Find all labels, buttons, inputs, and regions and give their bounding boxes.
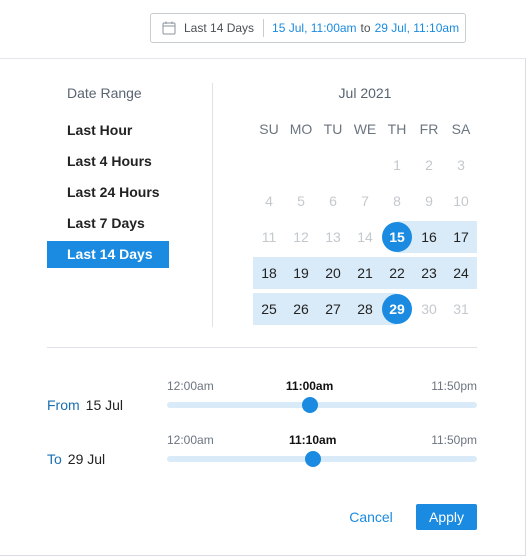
date-range-trigger[interactable]: Last 14 Days 15 Jul, 11:00am to 29 Jul, … <box>150 13 466 43</box>
calendar-day[interactable]: 23 <box>413 257 445 289</box>
calendar-day[interactable]: 9 <box>413 185 445 217</box>
from-time-slider[interactable]: 12:00am 11:00am 11:50pm <box>167 379 477 425</box>
trigger-range-to-word: to <box>360 21 371 35</box>
calendar-day[interactable]: 20 <box>317 257 349 289</box>
to-slider-max: 11:50pm <box>431 433 477 447</box>
from-slider-min: 12:00am <box>167 379 214 393</box>
weekday-label: TH <box>387 121 407 137</box>
to-date: 29 Jul <box>67 451 106 467</box>
calendar-day[interactable]: 7 <box>349 185 381 217</box>
calendar-day[interactable]: 5 <box>285 185 317 217</box>
calendar-day[interactable]: 10 <box>445 185 477 217</box>
preset-item[interactable]: Last Hour <box>47 117 169 144</box>
calendar-month-title: Jul 2021 <box>338 85 392 101</box>
from-label: From <box>47 397 80 413</box>
from-slider-thumb[interactable] <box>301 397 318 413</box>
to-slider-track[interactable] <box>167 456 477 462</box>
calendar-day[interactable]: 21 <box>349 257 381 289</box>
calendar-day[interactable]: 22 <box>381 257 413 289</box>
weekday-header: SU MO TU WE TH FR SA <box>253 121 477 137</box>
calendar-day[interactable]: 31 <box>445 293 477 325</box>
to-slider-thumb[interactable] <box>304 451 321 467</box>
to-slider-min: 12:00am <box>167 433 214 447</box>
calendar-day[interactable]: 14 <box>349 221 381 253</box>
weekday-label: FR <box>419 121 439 137</box>
range-end-marker: 29 <box>382 294 412 324</box>
to-slider-current: 11:10am <box>289 433 337 447</box>
from-slider-current: 11:00am <box>285 379 334 393</box>
trigger-range-from: 15 Jul, 11:00am <box>272 21 357 35</box>
calendar-day[interactable]: 19 <box>285 257 317 289</box>
preset-item[interactable]: Last 24 Hours <box>47 179 169 206</box>
horizontal-divider <box>47 347 477 348</box>
calendar-day[interactable]: 12 <box>285 221 317 253</box>
calendar-day[interactable]: 16 <box>413 221 445 253</box>
preset-item[interactable]: Last 7 Days <box>47 210 169 237</box>
from-time-row: From 15 Jul 12:00am 11:00am 11:50pm <box>47 379 477 425</box>
from-slider-max: 11:50pm <box>431 379 477 393</box>
date-range-panel: Date Range Last Hour Last 4 Hours Last 24 … <box>0 58 526 556</box>
preset-item[interactable]: Last 14 Days <box>47 241 169 268</box>
calendar-day[interactable]: 25 <box>253 293 285 325</box>
from-label-group: From 15 Jul <box>47 397 123 413</box>
preset-list: Last Hour Last 4 Hours Last 24 Hours Last 7… <box>47 117 169 272</box>
weekday-label: SA <box>451 121 471 137</box>
calendar-day[interactable]: 3 <box>445 149 477 181</box>
calendar-day[interactable]: 28 <box>349 293 381 325</box>
calendar-day[interactable]: 15 <box>381 221 413 253</box>
calendar-day[interactable]: 18 <box>253 257 285 289</box>
calendar-day[interactable]: 6 <box>317 185 349 217</box>
to-label-group: To 29 Jul <box>47 451 105 467</box>
from-date: 15 Jul <box>85 397 124 413</box>
vertical-divider <box>212 83 213 327</box>
to-time-row: To 29 Jul 12:00am 11:10am 11:50pm <box>47 433 477 479</box>
from-slider-track[interactable] <box>167 402 477 408</box>
calendar-day[interactable]: 17 <box>445 221 477 253</box>
apply-button[interactable]: Apply <box>416 504 477 530</box>
calendar-day[interactable]: 1 <box>381 149 413 181</box>
trigger-preset-label: Last 14 Days <box>184 21 255 35</box>
trigger-divider <box>263 19 265 37</box>
calendar-day[interactable]: 13 <box>317 221 349 253</box>
weekday-label: SU <box>259 121 279 137</box>
range-start-marker: 15 <box>382 222 412 252</box>
calendar-day[interactable]: 30 <box>413 293 445 325</box>
calendar-day[interactable]: 26 <box>285 293 317 325</box>
calendar-day[interactable]: 8 <box>381 185 413 217</box>
cancel-button[interactable]: Cancel <box>340 504 402 530</box>
weekday-label: MO <box>289 121 313 137</box>
to-label: To <box>47 451 62 467</box>
calendar-day[interactable]: 4 <box>253 185 285 217</box>
calendar-icon <box>162 21 176 35</box>
trigger-range-to: 29 Jul, 11:10am <box>374 21 460 35</box>
presets-title: Date Range <box>67 85 142 101</box>
weekday-label: WE <box>353 121 377 137</box>
calendar-day[interactable]: 11 <box>253 221 285 253</box>
calendar-day[interactable]: 27 <box>317 293 349 325</box>
calendar-day[interactable]: 24 <box>445 257 477 289</box>
calendar-day[interactable]: 29 <box>381 293 413 325</box>
to-time-slider[interactable]: 12:00am 11:10am 11:50pm <box>167 433 477 479</box>
calendar-day[interactable]: 2 <box>413 149 445 181</box>
preset-item[interactable]: Last 4 Hours <box>47 148 169 175</box>
weekday-label: TU <box>323 121 343 137</box>
